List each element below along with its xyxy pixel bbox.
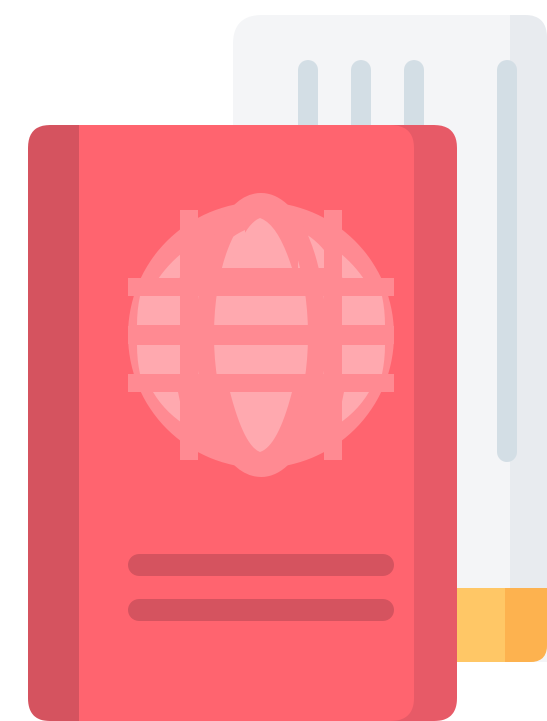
passport (28, 125, 457, 721)
passport-ticket-illustration (28, 15, 547, 721)
globe-icon (128, 193, 394, 477)
ticket-stub-shade (505, 588, 547, 662)
passport-spine (28, 125, 79, 721)
